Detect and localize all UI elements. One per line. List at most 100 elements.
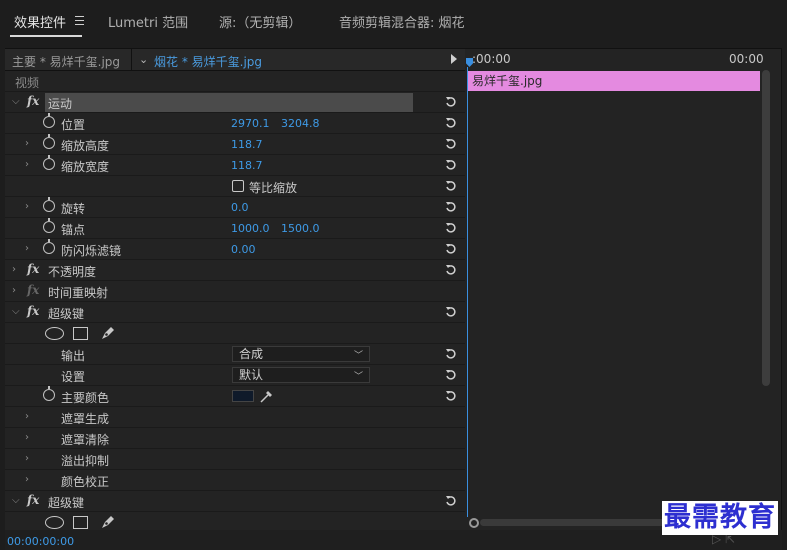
fx-toggle-icon[interactable]: fx: [27, 304, 39, 318]
chevron-right-icon[interactable]: ›: [25, 201, 29, 212]
output-dropdown[interactable]: 合成 ﹀: [232, 346, 370, 362]
chevron-right-icon[interactable]: ›: [25, 243, 29, 254]
reset-icon[interactable]: [445, 305, 457, 317]
property-row-scale-width[interactable]: › 缩放宽度 118.7: [5, 155, 465, 176]
property-row-anti-flicker[interactable]: › 防闪烁滤镜 0.00: [5, 239, 465, 260]
chevron-right-icon[interactable]: ›: [25, 159, 29, 170]
effect-row-time-remap[interactable]: › fx 时间重映射: [5, 281, 465, 302]
scale-height-value[interactable]: 118.7: [231, 138, 263, 151]
stopwatch-icon[interactable]: [43, 239, 55, 254]
reset-icon[interactable]: [445, 389, 457, 401]
group-row-matte-cleanup[interactable]: › 遮罩清除: [5, 428, 465, 449]
clip-selector-bar: 主要 * 易烊千玺.jpg ⌄ 烟花 * 易烊千玺.jpg: [5, 49, 465, 71]
chevron-down-icon[interactable]: ⌵: [12, 96, 20, 107]
tab-source[interactable]: 源:（无剪辑）: [219, 12, 301, 31]
property-row-setting[interactable]: 设置 默认 ﹀: [5, 365, 465, 386]
ellipse-mask-icon[interactable]: [45, 516, 64, 529]
rotation-value[interactable]: 0.0: [231, 201, 249, 214]
stopwatch-icon[interactable]: [43, 197, 55, 212]
reset-icon[interactable]: [445, 347, 457, 359]
current-timecode[interactable]: 00:00:00:00: [7, 535, 74, 548]
active-clip-name[interactable]: 烟花 * 易烊千玺.jpg: [154, 53, 262, 70]
group-row-matte-generation[interactable]: › 遮罩生成: [5, 407, 465, 428]
property-row-anchor[interactable]: 锚点 1000.0 1500.0: [5, 218, 465, 239]
stopwatch-icon[interactable]: [43, 155, 55, 170]
property-row-rotation[interactable]: › 旋转 0.0: [5, 197, 465, 218]
effect-timeline-area[interactable]: [466, 49, 762, 520]
property-row-scale-height[interactable]: › 缩放高度 118.7: [5, 134, 465, 155]
stopwatch-icon[interactable]: [43, 134, 55, 149]
reset-icon[interactable]: [445, 221, 457, 233]
group-row-spill-suppression[interactable]: › 溢出抑制: [5, 449, 465, 470]
chevron-right-icon[interactable]: ›: [12, 285, 16, 296]
group-row-color-correction[interactable]: › 颜色校正: [5, 470, 465, 491]
rectangle-mask-icon[interactable]: [73, 327, 88, 340]
reset-icon[interactable]: [445, 179, 457, 191]
chevron-right-icon[interactable]: ›: [25, 411, 29, 422]
reset-icon[interactable]: [445, 263, 457, 275]
chevron-right-icon[interactable]: ›: [25, 474, 29, 485]
chevron-right-icon[interactable]: ›: [25, 432, 29, 443]
uniform-scale-checkbox[interactable]: [232, 180, 244, 192]
tab-audio-clip-mixer[interactable]: 音频剪辑混合器: 烟花: [339, 12, 465, 31]
anti-flicker-value[interactable]: 0.00: [231, 243, 256, 256]
setting-dropdown[interactable]: 默认 ﹀: [232, 367, 370, 383]
chevron-right-icon[interactable]: ›: [25, 138, 29, 149]
chevron-down-icon[interactable]: ⌵: [12, 495, 20, 506]
reset-icon[interactable]: [445, 242, 457, 254]
group-label: 遮罩生成: [61, 412, 110, 426]
eyedropper-icon[interactable]: [259, 388, 275, 404]
pen-mask-icon[interactable]: [100, 514, 116, 530]
reset-icon[interactable]: [445, 368, 457, 380]
setting-value: 默认: [239, 368, 264, 382]
ellipse-mask-icon[interactable]: [45, 327, 64, 340]
reset-icon[interactable]: [445, 494, 457, 506]
stopwatch-icon[interactable]: [43, 386, 55, 401]
property-row-uniform-scale[interactable]: 等比缩放: [5, 176, 465, 197]
property-label: 主要颜色: [61, 391, 110, 405]
vertical-scrollbar[interactable]: [762, 70, 770, 386]
chevron-down-icon[interactable]: ⌄: [139, 53, 148, 66]
key-color-swatch[interactable]: [232, 390, 254, 402]
anchor-y-value[interactable]: 1500.0: [281, 222, 320, 235]
fx-toggle-icon[interactable]: fx: [27, 262, 39, 276]
fx-toggle-icon[interactable]: fx: [27, 283, 39, 297]
chevron-right-icon[interactable]: ›: [25, 453, 29, 464]
effect-row-motion[interactable]: ⌵ fx 运动: [5, 92, 465, 113]
anchor-x-value[interactable]: 1000.0: [231, 222, 270, 235]
chevron-right-icon[interactable]: ›: [12, 264, 16, 275]
effect-row-opacity[interactable]: › fx 不透明度: [5, 260, 465, 281]
panel-menu-icon[interactable]: [75, 16, 84, 25]
position-y-value[interactable]: 3204.8: [281, 117, 320, 130]
fx-toggle-icon[interactable]: fx: [27, 493, 39, 507]
output-value: 合成: [239, 347, 264, 361]
reset-icon[interactable]: [445, 158, 457, 170]
master-clip-label[interactable]: 主要 * 易烊千玺.jpg: [12, 53, 120, 70]
playhead-line[interactable]: [467, 67, 468, 517]
reset-icon[interactable]: [445, 137, 457, 149]
show-timeline-arrow-icon[interactable]: [451, 54, 457, 64]
property-row-key-color[interactable]: 主要颜色: [5, 386, 465, 407]
tab-lumetri-scopes[interactable]: Lumetri 范围: [108, 12, 188, 31]
effect-name: 时间重映射: [48, 286, 109, 300]
scale-width-value[interactable]: 118.7: [231, 159, 263, 172]
uniform-scale-label: 等比缩放: [249, 181, 298, 195]
rectangle-mask-icon[interactable]: [73, 516, 88, 529]
position-x-value[interactable]: 2970.1: [231, 117, 270, 130]
tab-effect-controls[interactable]: 效果控件: [14, 12, 66, 31]
stopwatch-icon[interactable]: [43, 113, 55, 128]
zoom-handle[interactable]: [469, 518, 479, 528]
stopwatch-icon[interactable]: [43, 218, 55, 233]
timeline-clip-bar[interactable]: 易烊千玺.jpg: [468, 71, 760, 91]
effect-row-ultra-key-2[interactable]: ⌵ fx 超级键: [5, 491, 465, 512]
reset-icon[interactable]: [445, 200, 457, 212]
fx-toggle-icon[interactable]: fx: [27, 94, 39, 108]
effect-name: 不透明度: [48, 265, 97, 279]
pen-mask-icon[interactable]: [100, 325, 116, 341]
chevron-down-icon[interactable]: ⌵: [12, 306, 20, 317]
reset-icon[interactable]: [445, 95, 457, 107]
property-row-position[interactable]: 位置 2970.1 3204.8: [5, 113, 465, 134]
effect-row-ultra-key[interactable]: ⌵ fx 超级键: [5, 302, 465, 323]
reset-icon[interactable]: [445, 116, 457, 128]
property-row-output[interactable]: 输出 合成 ﹀: [5, 344, 465, 365]
